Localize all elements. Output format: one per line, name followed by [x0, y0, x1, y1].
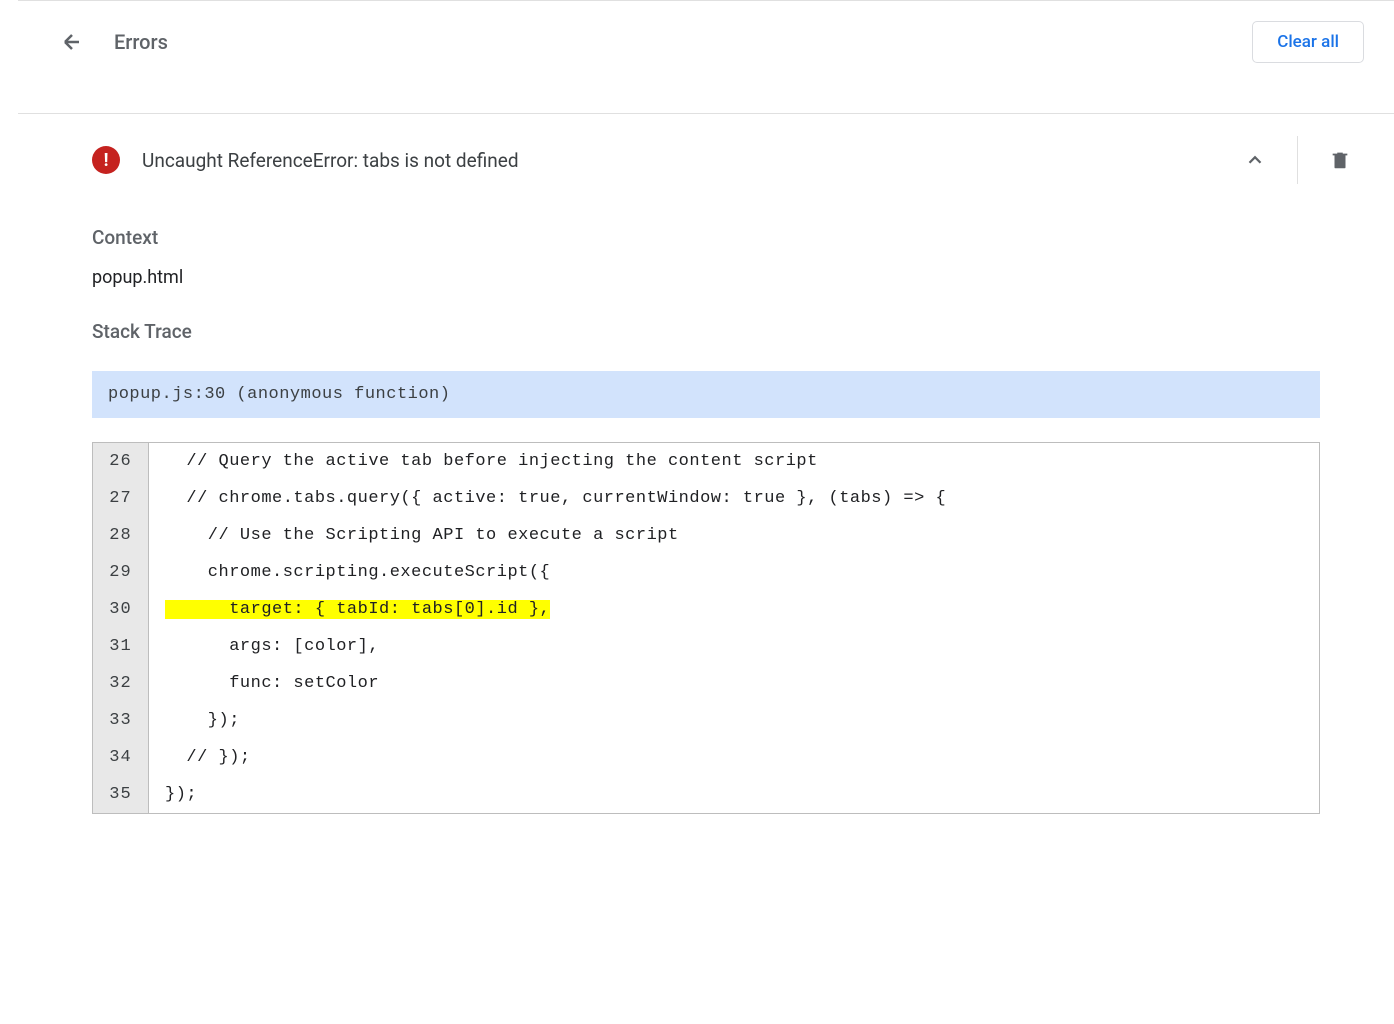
code-row: 34 // });: [93, 739, 1319, 776]
error-message: Uncaught ReferenceError: tabs is not def…: [142, 149, 1231, 172]
code-row: 35});: [93, 776, 1319, 813]
code-line: // Query the active tab before injecting…: [149, 443, 1319, 480]
code-line: // });: [149, 739, 1319, 776]
line-number: 30: [93, 591, 149, 628]
back-button[interactable]: [58, 28, 86, 56]
page-title: Errors: [114, 30, 168, 54]
code-line: func: setColor: [149, 665, 1319, 702]
line-number: 34: [93, 739, 149, 776]
context-value: popup.html: [92, 267, 1320, 288]
code-row: 31 args: [color],: [93, 628, 1319, 665]
code-line: target: { tabId: tabs[0].id },: [149, 591, 1319, 628]
error-details: Context popup.html Stack Trace popup.js:…: [18, 206, 1394, 844]
clear-all-button[interactable]: Clear all: [1252, 21, 1364, 63]
code-line: // chrome.tabs.query({ active: true, cur…: [149, 480, 1319, 517]
delete-error-button[interactable]: [1316, 136, 1364, 184]
code-line: chrome.scripting.executeScript({: [149, 554, 1319, 591]
line-number: 29: [93, 554, 149, 591]
line-number: 35: [93, 776, 149, 813]
line-number: 26: [93, 443, 149, 480]
code-line: args: [color],: [149, 628, 1319, 665]
arrow-left-icon: [60, 30, 84, 54]
code-line: // Use the Scripting API to execute a sc…: [149, 517, 1319, 554]
error-icon: !: [92, 146, 120, 174]
line-number: 33: [93, 702, 149, 739]
code-line: });: [149, 702, 1319, 739]
stack-frame[interactable]: popup.js:30 (anonymous function): [92, 371, 1320, 418]
code-row: 30 target: { tabId: tabs[0].id },: [93, 591, 1319, 628]
page-header: Errors Clear all: [18, 1, 1394, 83]
action-divider: [1297, 136, 1298, 184]
code-line: });: [149, 776, 1319, 813]
line-number: 28: [93, 517, 149, 554]
line-number: 32: [93, 665, 149, 702]
code-block: 26 // Query the active tab before inject…: [92, 442, 1320, 814]
trash-icon: [1329, 149, 1351, 171]
code-row: 27 // chrome.tabs.query({ active: true, …: [93, 480, 1319, 517]
line-number: 27: [93, 480, 149, 517]
context-heading: Context: [92, 226, 1320, 249]
line-number: 31: [93, 628, 149, 665]
code-row: 29 chrome.scripting.executeScript({: [93, 554, 1319, 591]
code-row: 33 });: [93, 702, 1319, 739]
chevron-up-icon: [1244, 149, 1266, 171]
code-row: 32 func: setColor: [93, 665, 1319, 702]
error-header-row[interactable]: ! Uncaught ReferenceError: tabs is not d…: [18, 114, 1394, 206]
collapse-button[interactable]: [1231, 136, 1279, 184]
stack-trace-heading: Stack Trace: [92, 320, 1320, 343]
code-row: 28 // Use the Scripting API to execute a…: [93, 517, 1319, 554]
code-row: 26 // Query the active tab before inject…: [93, 443, 1319, 480]
